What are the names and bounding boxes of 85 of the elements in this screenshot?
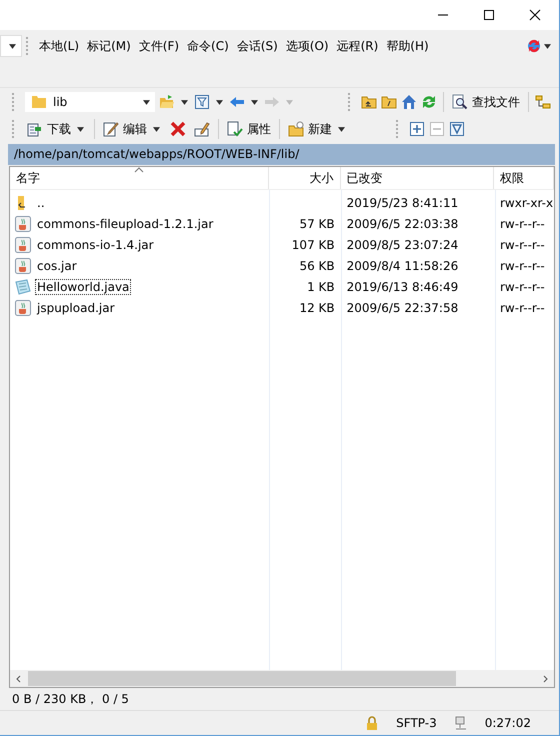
menu-item[interactable]: 标记(M) — [83, 38, 135, 54]
path-bar: /home/pan/tomcat/webapps/ROOT/WEB-INF/lib/ — [8, 144, 555, 165]
file-size: 107 KB — [292, 238, 335, 252]
home-icon[interactable] — [401, 94, 417, 110]
permissions: rw-r--r-- — [500, 238, 545, 252]
horizontal-scrollbar[interactable] — [10, 670, 554, 687]
new-button[interactable]: 新建 — [286, 120, 349, 138]
button-label: 下载 — [47, 120, 71, 138]
scroll-left-icon[interactable] — [15, 674, 23, 682]
menu-item[interactable]: 文件(F) — [134, 38, 184, 54]
menu-item[interactable]: 远程(R) — [332, 38, 382, 54]
button-label: 新建 — [308, 120, 332, 138]
file-name[interactable]: commons-fileupload-1.2.1.jar — [35, 216, 216, 232]
refresh-icon[interactable] — [421, 94, 437, 110]
permissions: rw-r--r-- — [500, 300, 545, 314]
caret-icon[interactable] — [544, 44, 551, 48]
tree-view-icon[interactable] — [535, 94, 551, 110]
menu-item[interactable]: 选项(O) — [282, 38, 333, 54]
column-header[interactable]: 权限 — [494, 167, 554, 189]
open-folder-icon[interactable] — [159, 94, 175, 110]
java-archive-icon — [15, 300, 31, 316]
menu-item[interactable]: 帮助(H) — [382, 38, 433, 54]
permissions: rw-r--r-- — [500, 280, 545, 294]
find-files-button[interactable]: 查找文件 — [450, 94, 522, 110]
modified-date: 2009/6/5 22:03:38 — [346, 216, 458, 230]
java-archive-icon — [15, 216, 31, 232]
file-size: 56 KB — [299, 258, 335, 272]
modified-date: 2009/8/4 11:58:26 — [346, 258, 458, 272]
menu-item[interactable]: 命令(C) — [183, 38, 233, 54]
filter-select-icon[interactable] — [449, 121, 465, 137]
sync-icon[interactable] — [526, 38, 542, 54]
session-dropdown[interactable] — [0, 35, 22, 57]
file-name[interactable]: cos.jar — [35, 258, 79, 274]
download-button[interactable]: 下载 — [25, 120, 88, 138]
delete-icon[interactable] — [168, 121, 188, 137]
session-time: 0:27:02 — [484, 716, 532, 730]
file-size: 57 KB — [299, 216, 335, 230]
permissions: rw-r--r-- — [500, 216, 545, 230]
rename-icon[interactable] — [192, 121, 212, 137]
maximize-icon[interactable] — [483, 9, 495, 21]
edit-button[interactable]: 编辑 — [101, 120, 164, 138]
permissions: rw-r--r-- — [500, 258, 545, 272]
caret-icon — [9, 44, 16, 48]
close-icon[interactable] — [529, 9, 541, 21]
modified-date: 2019/5/23 8:41:11 — [346, 196, 458, 210]
folder-address-field[interactable]: lib — [25, 92, 155, 112]
button-label: 编辑 — [123, 120, 147, 138]
menu-item[interactable]: 本地(L) — [35, 38, 84, 54]
file-name[interactable]: Helloworld.java — [35, 278, 132, 294]
document-check-icon — [227, 121, 243, 137]
column-header[interactable]: 名字 — [10, 167, 269, 189]
folder-icon — [31, 94, 47, 110]
back-arrow-icon[interactable] — [229, 94, 245, 110]
modified-date: 2009/8/5 23:07:24 — [346, 238, 458, 252]
column-header[interactable]: 大小 — [268, 167, 341, 189]
search-icon — [452, 94, 468, 110]
caret-icon — [143, 100, 150, 104]
file-name[interactable]: .. — [35, 194, 47, 210]
file-name[interactable]: commons-io-1.4.jar — [35, 236, 156, 252]
file-name[interactable]: jspupload.jar — [35, 300, 117, 316]
selection-status: 0 B / 230 KB， 0 / 5 — [11, 691, 130, 708]
caret-icon[interactable] — [216, 100, 223, 104]
protocol-label: SFTP-3 — [395, 716, 438, 730]
text-file-icon — [15, 278, 31, 294]
column-header[interactable]: 已改变 — [340, 167, 494, 189]
menu-item[interactable]: 会话(S) — [232, 38, 282, 54]
java-archive-icon — [15, 236, 31, 252]
java-archive-icon — [15, 258, 31, 274]
document-arrow-icon — [27, 121, 43, 137]
network-icon — [452, 715, 469, 731]
file-size: 12 KB — [299, 300, 335, 314]
select-plus-icon[interactable] — [409, 121, 425, 137]
modified-date: 2019/6/13 8:46:49 — [346, 280, 458, 294]
button-label: 属性 — [247, 120, 271, 138]
filter-icon[interactable] — [194, 94, 210, 110]
modified-date: 2009/6/5 22:37:58 — [346, 300, 458, 314]
caret-icon[interactable] — [181, 100, 188, 104]
caret-icon[interactable] — [251, 100, 258, 104]
parent-folder-icon[interactable] — [361, 94, 377, 110]
scroll-right-icon[interactable] — [541, 674, 549, 682]
pencil-icon — [103, 121, 119, 137]
permissions: rwxr-xr-x — [500, 196, 554, 210]
file-size: 1 KB — [307, 280, 335, 294]
properties-button[interactable]: 属性 — [225, 120, 273, 138]
folder-icon — [288, 121, 304, 137]
